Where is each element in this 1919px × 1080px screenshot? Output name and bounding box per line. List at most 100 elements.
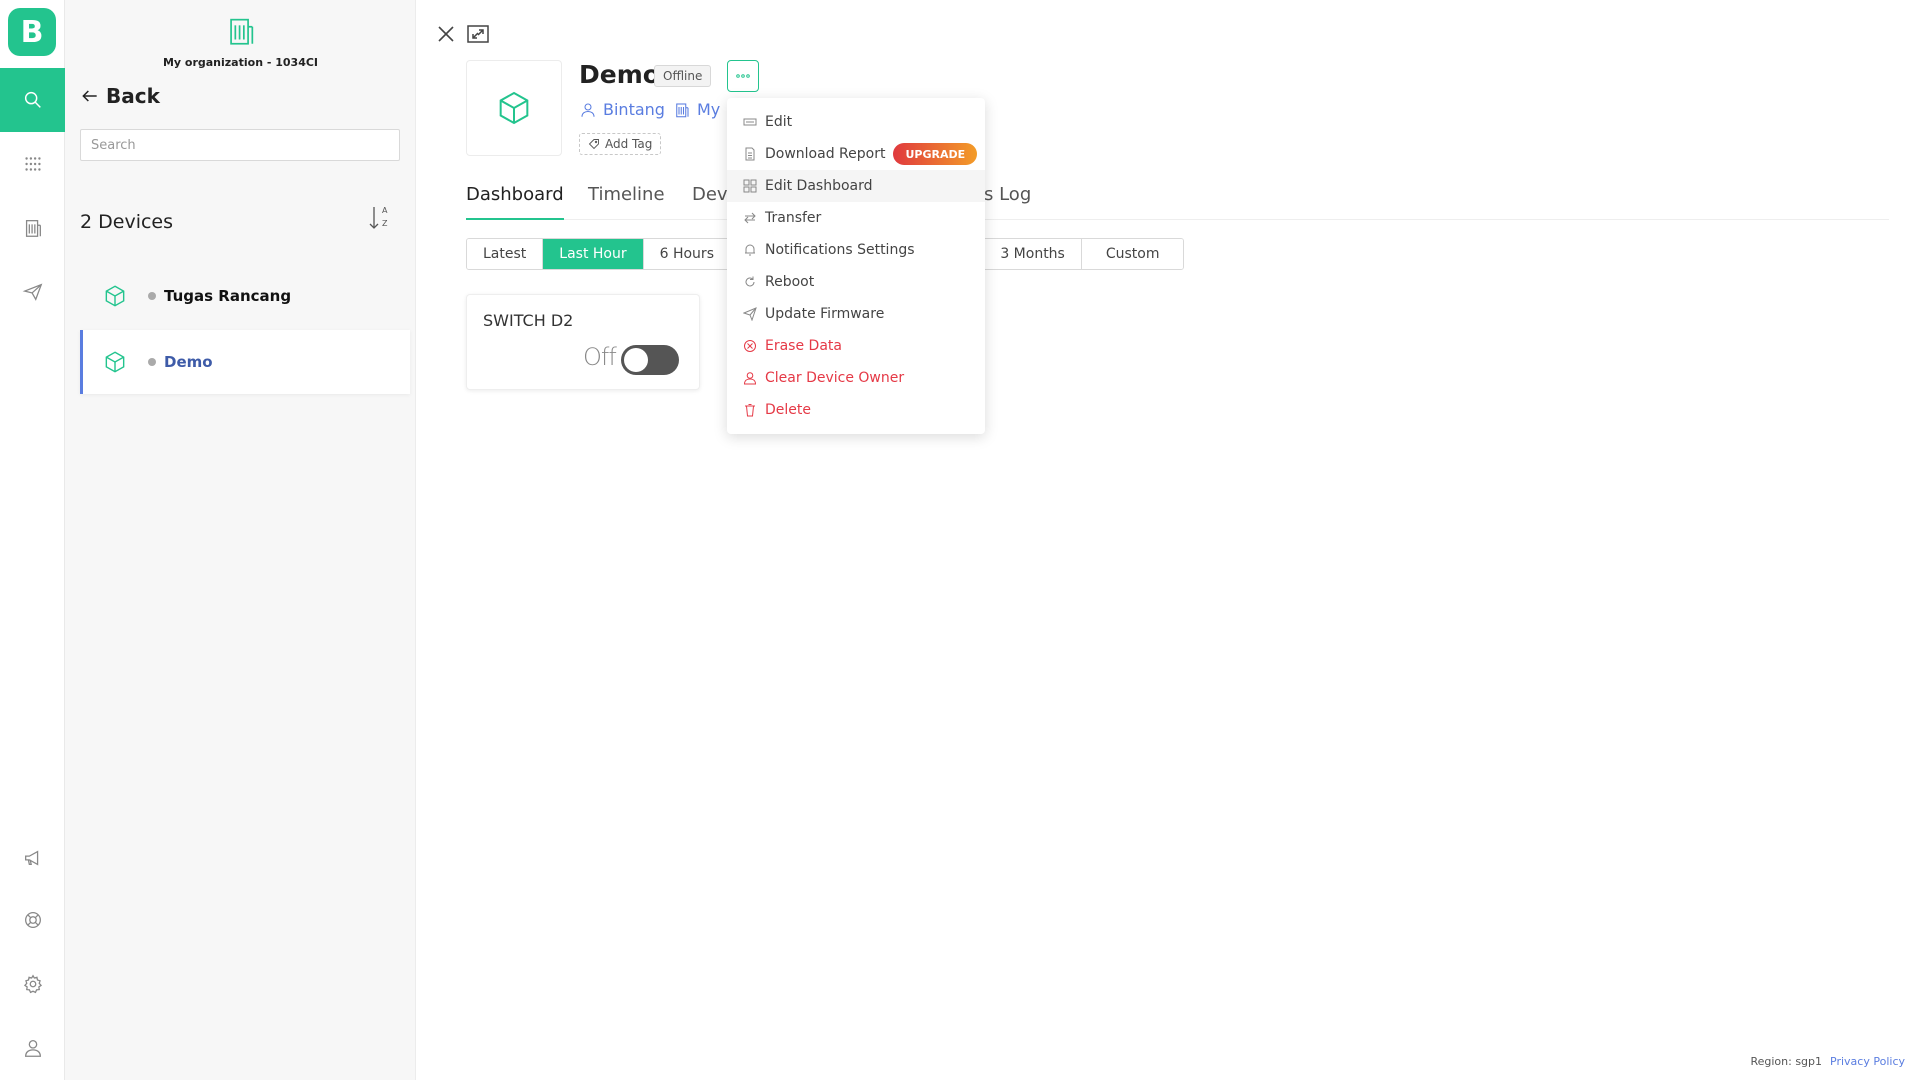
device-count: 2 Devices [80,211,174,233]
status-dot [148,358,156,366]
org-header[interactable]: My organization - 1034CI [65,14,416,69]
bell-icon [745,244,755,256]
tab-timeline[interactable]: Timeline [588,184,665,220]
range-last-hour[interactable]: Last Hour [543,239,644,269]
device-org[interactable]: My [673,100,720,119]
menu-item-transfer[interactable]: Transfer [727,202,985,234]
switch-widget: SWITCH D2 Off [466,294,700,390]
menu-item-update-firmware[interactable]: Update Firmware [727,298,985,330]
menu-item-edit[interactable]: Edit [727,106,985,138]
menu-item-reboot[interactable]: Reboot [727,266,985,298]
status-badge: Offline [654,65,712,87]
rail-apps[interactable] [0,132,65,196]
sort-alpha-icon[interactable]: A Z [367,204,393,232]
menu-item-label: Transfer [765,210,822,226]
region-label: Region: sgp1 [1750,1055,1823,1068]
tag-icon [588,139,599,150]
search-input[interactable] [80,129,400,161]
device-list-item[interactable]: Tugas Rancang [80,264,410,328]
device-owner[interactable]: Bintang [579,100,665,119]
transfer-icon [744,212,756,224]
menu-item-edit-dashboard[interactable]: Edit Dashboard [727,170,985,202]
menu-item-clear-device-owner[interactable]: Clear Device Owner [727,362,985,394]
tab-dashboard[interactable]: Dashboard [466,184,564,220]
lifebuoy-icon [24,912,41,928]
svg-text:Z: Z [382,219,388,228]
back-label: Back [106,84,160,108]
svg-text:A: A [382,206,388,215]
device-title: Demo [579,60,660,89]
owner-name: Bintang [603,100,665,119]
cube-icon [105,351,125,373]
range-custom[interactable]: Custom [1081,239,1184,269]
send-icon [743,307,757,321]
device-name: Demo [164,353,213,371]
add-tag-label: Add Tag [605,137,653,151]
cube-icon [499,91,529,125]
switch-toggle[interactable] [621,345,679,375]
nav-rail: B [0,0,65,1080]
range-latest[interactable]: Latest [467,239,544,269]
device-name: Tugas Rancang [164,287,292,305]
building-icon [676,102,689,117]
building-icon [25,220,41,237]
cube-icon [105,285,125,307]
device-actions-menu: Edit Download Report UPGRADE Edit Dashbo… [727,98,985,434]
reboot-icon [745,276,755,287]
expand-icon[interactable] [466,22,490,46]
menu-item-label: Edit [765,114,793,130]
back-button[interactable]: Back [80,84,160,108]
search-icon [24,91,41,108]
rail-announcements[interactable] [0,826,65,890]
dashboard-icon [743,179,757,193]
tab-bar: Dashboard Timeline Devi s Log [466,184,1889,220]
menu-item-label: Delete [765,402,811,418]
send-icon [22,283,42,301]
app-logo[interactable]: B [8,8,56,56]
status-dot [148,292,156,300]
ellipsis-icon [736,74,750,78]
rail-account[interactable] [0,1016,65,1080]
menu-item-label: Reboot [765,274,815,290]
menu-item-label: Notifications Settings [765,242,915,258]
user-icon [743,372,757,385]
erase-icon [744,340,756,352]
trash-icon [745,404,755,417]
device-detail: Demo Offline Bintang My Add Tag Dashboar… [416,0,1919,1080]
device-list-panel: My organization - 1034CI Back 2 Devices … [65,0,416,1080]
menu-item-label: Download Report [765,146,886,162]
more-actions-button[interactable] [727,60,759,92]
menu-item-erase-data[interactable]: Erase Data [727,330,985,362]
gear-icon [23,974,42,994]
menu-item-label: Update Firmware [765,306,885,322]
device-list-item-selected[interactable]: Demo [80,330,410,394]
range-3-months[interactable]: 3 Months [984,239,1082,269]
menu-item-notifications-settings[interactable]: Notifications Settings [727,234,985,266]
org-name: My organization - 1034CI [162,56,319,69]
device-image [466,60,562,156]
rail-search[interactable] [0,68,65,132]
rail-help[interactable] [0,888,65,952]
widget-title: SWITCH D2 [483,311,574,330]
close-icon[interactable] [434,22,458,46]
add-tag-button[interactable]: Add Tag [579,133,662,155]
rail-ota[interactable] [0,260,65,324]
user-icon [24,1040,41,1057]
menu-item-delete[interactable]: Delete [727,394,985,426]
privacy-policy-link[interactable]: Privacy Policy [1830,1055,1905,1068]
tab-events-log[interactable]: s Log [984,184,1031,220]
org-short: My [697,100,721,119]
rail-settings[interactable] [0,952,65,1016]
menu-item-label: Edit Dashboard [765,178,873,194]
menu-item-label: Erase Data [765,338,842,354]
upgrade-badge[interactable]: UPGRADE [893,143,978,165]
report-icon [745,147,755,161]
switch-state-label: Off [583,343,617,371]
apps-icon [24,157,41,171]
edit-icon [743,118,757,126]
megaphone-icon [24,850,38,866]
user-icon [581,102,595,117]
menu-item-download-report[interactable]: Download Report UPGRADE [727,138,985,170]
menu-item-label: Clear Device Owner [765,370,905,386]
rail-organizations[interactable] [0,196,65,260]
